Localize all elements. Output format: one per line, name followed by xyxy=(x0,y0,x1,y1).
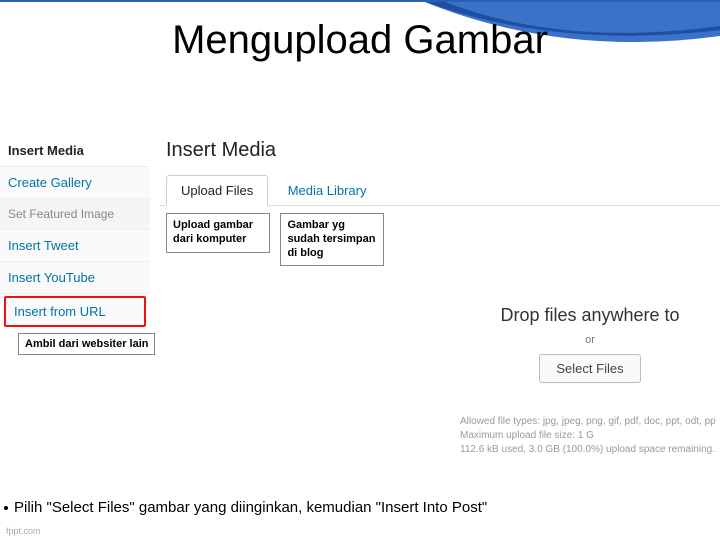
max-upload-size: Maximum upload file size: 1 G xyxy=(460,429,716,443)
slide-footer: fppt.com xyxy=(6,526,41,536)
upload-space-used: 112.6 kB used, 3.0 GB (100.0%) upload sp… xyxy=(460,443,716,457)
slide-caption: Pilih "Select Files" gambar yang diingin… xyxy=(4,499,487,516)
media-tabs: Upload Files Media Library xyxy=(160,174,720,206)
media-content: Insert Media Upload Files Media Library xyxy=(160,135,720,206)
tab-upload-files[interactable]: Upload Files xyxy=(166,175,268,206)
callout-upload-files: Upload gambar dari komputer xyxy=(166,213,270,253)
callout-media-library: Gambar yg sudah tersimpan di blog xyxy=(280,213,384,266)
slide-title: Mengupload Gambar xyxy=(0,18,720,63)
media-sidebar: Insert Media Create Gallery Set Featured… xyxy=(0,135,150,329)
sidebar-item-insert-media[interactable]: Insert Media xyxy=(0,135,150,167)
drop-area: Drop files anywhere to or Select Files xyxy=(460,305,720,383)
callout-insert-from-url: Ambil dari websiter lain xyxy=(18,333,155,355)
drop-title: Drop files anywhere to xyxy=(460,305,720,326)
content-heading: Insert Media xyxy=(160,135,720,174)
sidebar-item-insert-from-url[interactable]: Insert from URL xyxy=(4,296,146,327)
tab-callouts: Upload gambar dari komputer Gambar yg su… xyxy=(166,213,384,266)
select-files-button[interactable]: Select Files xyxy=(539,354,640,383)
tab-media-library[interactable]: Media Library xyxy=(273,175,382,205)
sidebar-item-insert-youtube[interactable]: Insert YouTube xyxy=(0,262,150,294)
sidebar-item-set-featured-image[interactable]: Set Featured Image xyxy=(0,199,150,230)
drop-or: or xyxy=(460,334,720,346)
allowed-file-types: Allowed file types: jpg, jpeg, png, gif,… xyxy=(460,415,716,429)
sidebar-item-create-gallery[interactable]: Create Gallery xyxy=(0,167,150,199)
upload-meta: Allowed file types: jpg, jpeg, png, gif,… xyxy=(460,415,720,457)
wordpress-media-screenshot: Insert Media Create Gallery Set Featured… xyxy=(0,135,720,515)
sidebar-item-insert-tweet[interactable]: Insert Tweet xyxy=(0,230,150,262)
